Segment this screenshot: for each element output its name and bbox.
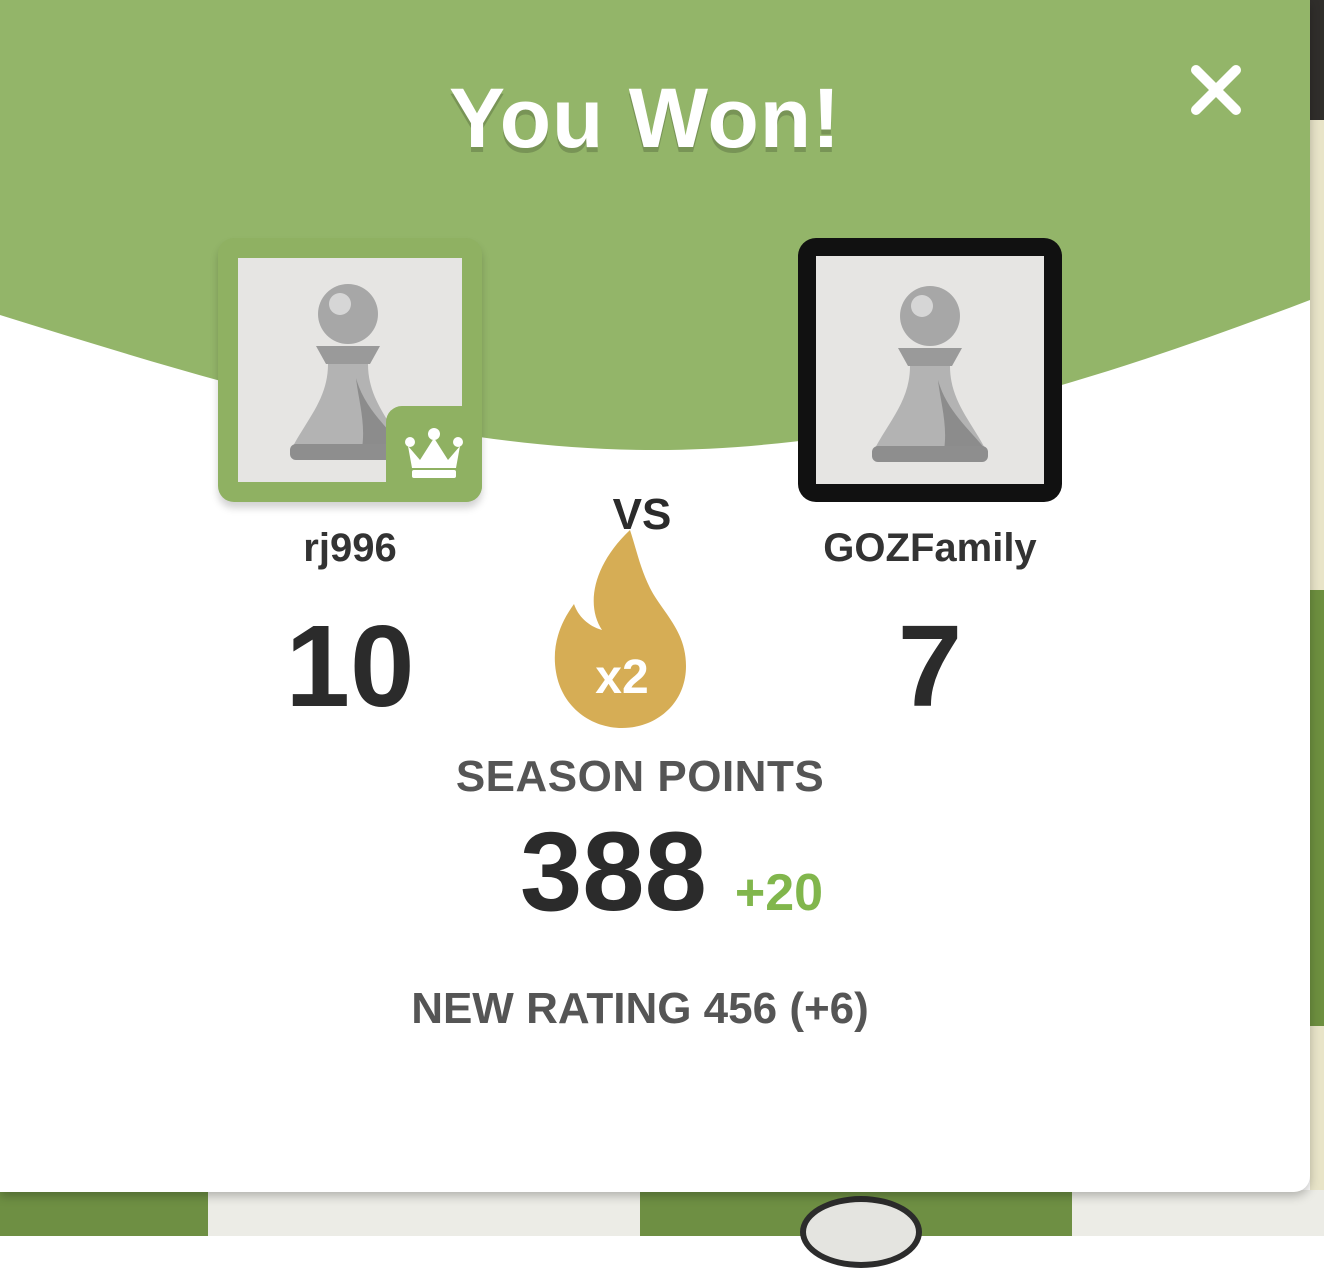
player-score: 10	[285, 601, 415, 731]
board-square-light	[1072, 1190, 1324, 1236]
new-rating: NEW RATING 456 (+6)	[411, 984, 869, 1033]
close-button[interactable]	[1184, 58, 1248, 122]
header-banner	[0, 0, 1310, 450]
board-background-bottom	[0, 1190, 1324, 1268]
player-left: rj996 10	[218, 238, 482, 724]
season-points-value: 388	[520, 809, 707, 934]
close-icon	[1191, 65, 1241, 115]
board-background-right	[1310, 0, 1324, 1236]
player-username[interactable]: rj996	[158, 526, 542, 571]
season-points-row: 388 +20	[520, 816, 823, 936]
crown-icon	[405, 428, 463, 478]
board-square-green	[1310, 590, 1324, 1026]
season-points-label: SEASON POINTS	[455, 752, 825, 801]
avatar-winner[interactable]	[218, 238, 482, 502]
season-points-delta: +20	[734, 864, 824, 922]
board-piece-partial	[800, 1196, 922, 1268]
game-over-modal: You Won! rj996 10 GOZFamily 7 VS x2 SEAS…	[0, 0, 1310, 1192]
result-title: You Won!	[448, 71, 842, 165]
board-square-green	[0, 1190, 208, 1236]
player-right: GOZFamily 7	[798, 238, 1062, 724]
multiplier-label: x2	[595, 651, 649, 704]
pawn-icon	[872, 286, 988, 462]
board-edge-dark	[1310, 0, 1324, 120]
winner-badge	[386, 406, 482, 502]
player-score: 7	[897, 601, 963, 731]
player-username[interactable]: GOZFamily	[738, 526, 1122, 571]
avatar-opponent[interactable]	[798, 238, 1062, 502]
board-square-light	[208, 1190, 640, 1236]
avatar-image	[816, 256, 1044, 484]
